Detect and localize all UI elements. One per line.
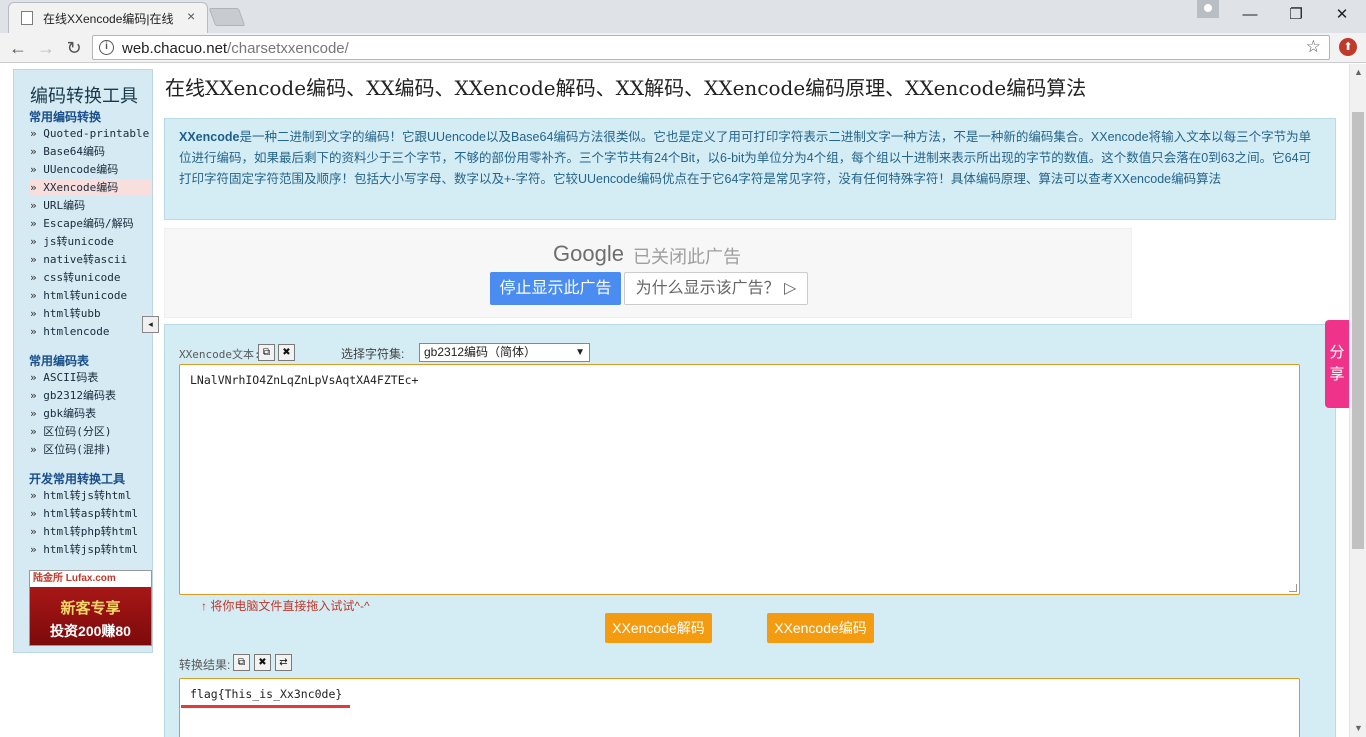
xxencode-tool-panel: XXencode文本: ⧉ ✖ 选择字符集: gb2312编码（简体） ▼ LNa…: [164, 324, 1336, 737]
sidebar-section-title: 常用编码转换: [29, 110, 102, 124]
sidebar-item-html-js[interactable]: html转js转html: [30, 487, 152, 504]
sidebar-item-html-unicode[interactable]: html转unicode: [30, 287, 152, 304]
share-button[interactable]: 分享: [1325, 320, 1349, 408]
sidebar-section-title: 常用编码表: [29, 354, 90, 368]
new-tab-button[interactable]: [208, 8, 246, 26]
scroll-down-icon[interactable]: ▼: [1350, 720, 1366, 737]
closed-ad-placeholder: Google 已关闭此广告 停止显示此广告 为什么显示该广告？ ▷: [164, 228, 1132, 318]
sidebar: 编码转换工具 常用编码转换 Quoted-printable Base64编码 …: [13, 69, 153, 653]
clear-input-icon[interactable]: ✖: [278, 344, 295, 361]
charset-select[interactable]: gb2312编码（简体） ▼: [419, 343, 590, 362]
minimize-button[interactable]: —: [1227, 0, 1273, 28]
tab-active[interactable]: 在线XXencode编码|在线 ×: [8, 2, 208, 33]
address-bar[interactable]: i web.chacuo.net/charsetxxencode/ ☆: [92, 35, 1330, 60]
tab-close-icon[interactable]: ×: [187, 8, 195, 24]
result-text: flag{This_is_Xx3nc0de}: [190, 687, 343, 701]
sidebar-item-html-asp[interactable]: html转asp转html: [30, 505, 152, 522]
copy-result-icon[interactable]: ⧉: [233, 654, 250, 671]
browser-tabstrip: 在线XXencode编码|在线 × — ❐ ✕: [0, 0, 1366, 33]
sidebar-item-uuencode[interactable]: UUencode编码: [30, 161, 152, 178]
result-highlight-underline: [181, 705, 350, 708]
input-label: XXencode文本:: [179, 348, 261, 361]
charset-value: gb2312编码（简体）: [424, 345, 537, 359]
page-icon: [21, 11, 33, 25]
sidebar-title: 编码转换工具: [30, 86, 138, 107]
sidebar-item-escape[interactable]: Escape编码/解码: [30, 215, 152, 232]
sidebar-item-base64[interactable]: Base64编码: [30, 143, 152, 160]
intro-keyword: XXencode: [179, 130, 240, 144]
restore-button[interactable]: ❐: [1273, 0, 1319, 28]
sidebar-item-gbk-table[interactable]: gbk编码表: [30, 405, 152, 422]
result-label: 转换结果:: [179, 658, 231, 672]
sidebar-item-html-php[interactable]: html转php转html: [30, 523, 152, 540]
back-button[interactable]: ←: [6, 36, 30, 60]
input-textarea[interactable]: LNalVNrhIO4ZnLqZnLpVsAqtXA4FZTEc+: [179, 364, 1300, 595]
browser-toolbar: ← → ↻ i web.chacuo.net/charsetxxencode/ …: [0, 33, 1366, 63]
forward-button[interactable]: →: [34, 36, 58, 60]
swap-icon[interactable]: ⇄: [275, 654, 292, 671]
encode-button[interactable]: XXencode编码: [767, 613, 874, 643]
ad-headline: 新客专享: [60, 600, 121, 617]
sidebar-collapse-button[interactable]: ◂: [142, 316, 159, 333]
reload-button[interactable]: ↻: [62, 36, 86, 60]
sidebar-item-quoted-printable[interactable]: Quoted-printable: [30, 125, 152, 142]
sidebar-item-ascii-table[interactable]: ASCII码表: [30, 369, 152, 386]
stop-showing-ad-button[interactable]: 停止显示此广告: [490, 272, 621, 305]
close-window-button[interactable]: ✕: [1319, 0, 1365, 28]
sidebar-item-html-jsp[interactable]: html转jsp转html: [30, 541, 152, 558]
tab-title: 在线XXencode编码|在线: [43, 12, 174, 26]
page-viewport: 编码转换工具 常用编码转换 Quoted-printable Base64编码 …: [0, 64, 1366, 737]
scroll-up-icon[interactable]: ▲: [1350, 64, 1366, 81]
profile-icon[interactable]: [1197, 0, 1219, 18]
sidebar-item-gb2312-table[interactable]: gb2312编码表: [30, 387, 152, 404]
sidebar-item-js-unicode[interactable]: js转unicode: [30, 233, 152, 250]
sidebar-section-title: 开发常用转换工具: [29, 472, 126, 486]
charset-label: 选择字符集:: [341, 347, 405, 361]
scrollbar-thumb[interactable]: [1352, 112, 1364, 549]
google-logo: Google: [553, 241, 624, 266]
intro-description: XXencode是一种二进制到文字的编码！它跟UUencode以及Base64编…: [164, 118, 1336, 220]
sidebar-item-htmlencode[interactable]: htmlencode: [30, 323, 152, 340]
url-host: web.chacuo.net: [122, 40, 228, 57]
sidebar-item-url[interactable]: URL编码: [30, 197, 152, 214]
decode-button[interactable]: XXencode解码: [605, 613, 712, 643]
ad-brand: 陆金所 Lufax.com: [30, 571, 151, 587]
page-scrollbar[interactable]: ▲ ▼: [1349, 64, 1366, 737]
sidebar-item-quwei-mixed[interactable]: 区位码(混排): [30, 441, 152, 458]
page-title: 在线XXencode编码、XX编码、XXencode解码、XX解码、XXenco…: [165, 76, 1087, 100]
sidebar-item-css-unicode[interactable]: css转unicode: [30, 269, 152, 286]
sidebar-item-native-ascii[interactable]: native转ascii: [30, 251, 152, 268]
sidebar-ad-banner[interactable]: 陆金所 Lufax.com 新客专享 投资200赚80: [29, 570, 152, 646]
ad-closed-text: 已关闭此广告: [633, 247, 741, 267]
sidebar-item-html-ubb[interactable]: html转ubb: [30, 305, 152, 322]
copy-input-icon[interactable]: ⧉: [258, 344, 275, 361]
url-path: /charsetxxencode/: [227, 40, 349, 57]
input-text: LNalVNrhIO4ZnLqZnLpVsAqtXA4FZTEc+: [190, 373, 419, 387]
info-icon[interactable]: i: [99, 40, 114, 55]
url-text[interactable]: web.chacuo.net/charsetxxencode/: [122, 40, 349, 57]
intro-text: 是一种二进制到文字的编码！它跟UUencode以及Base64编码方法很类似。它…: [179, 130, 1312, 186]
why-this-ad-button[interactable]: 为什么显示该广告？ ▷: [624, 272, 808, 305]
drag-file-hint: ↑ 将你电脑文件直接拖入试试^-^: [201, 599, 370, 613]
sidebar-item-quwei-partition[interactable]: 区位码(分区): [30, 423, 152, 440]
extension-icon[interactable]: ⬆: [1339, 38, 1357, 56]
clear-result-icon[interactable]: ✖: [254, 654, 271, 671]
ad-subline: 投资200赚80: [50, 623, 131, 639]
resize-handle[interactable]: [1289, 584, 1297, 592]
sidebar-item-xxencode[interactable]: XXencode编码: [30, 179, 152, 196]
bookmark-star-icon[interactable]: ☆: [1306, 37, 1321, 57]
chevron-down-icon: ▼: [575, 347, 585, 358]
